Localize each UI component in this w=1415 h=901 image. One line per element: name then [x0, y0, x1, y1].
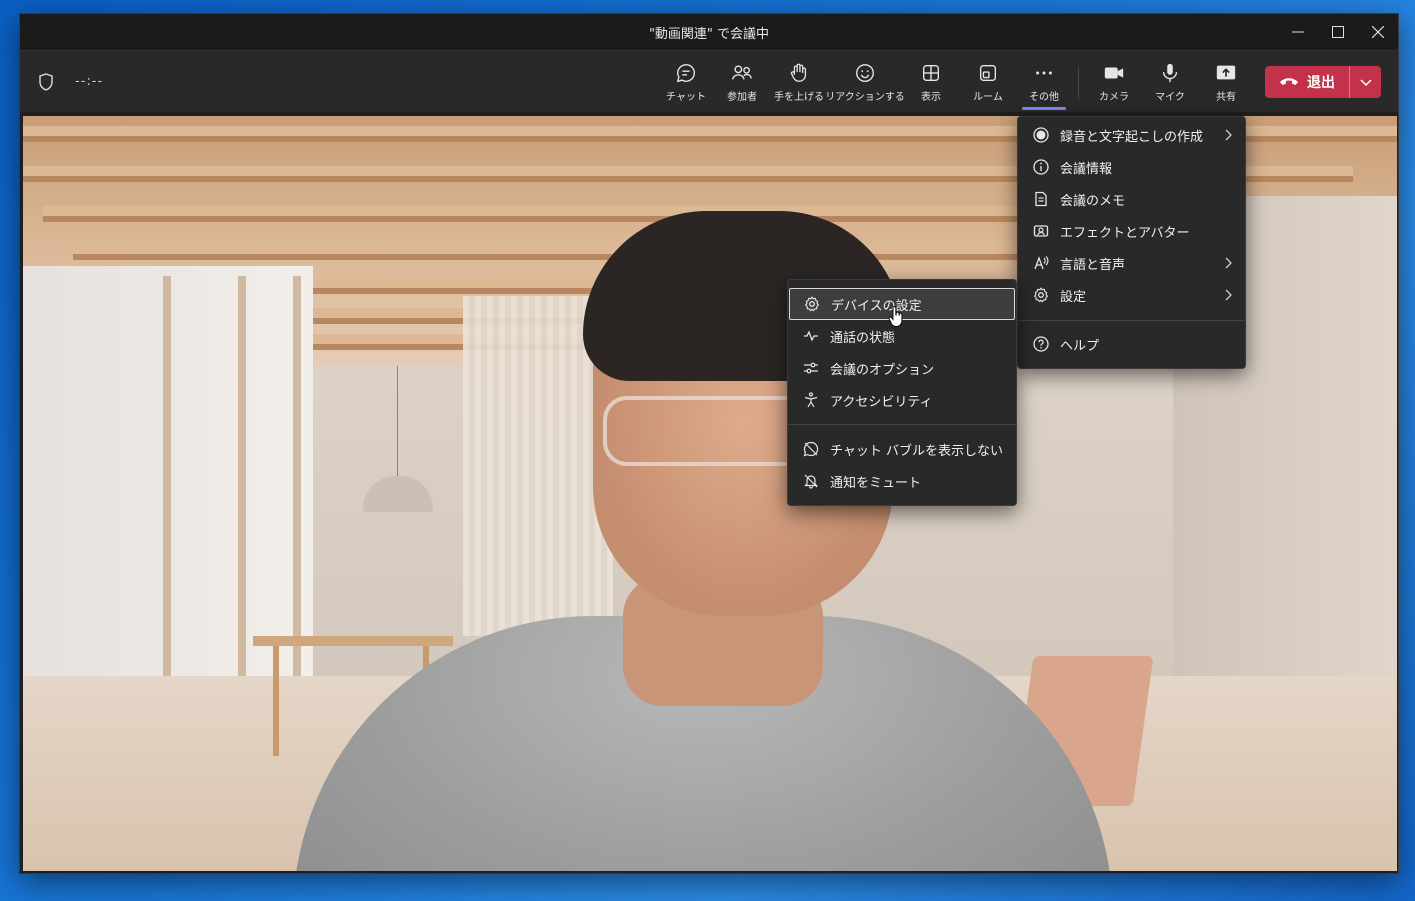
accessibility-icon [804, 392, 818, 408]
camera-icon [1104, 67, 1124, 78]
chat-icon [676, 63, 695, 82]
submenu-item-label: 通知をミュート [830, 475, 922, 491]
media-controls: カメラ マイク 共有 [1086, 51, 1254, 113]
share-icon [1216, 65, 1236, 79]
menu-item-label: ヘルプ [1060, 338, 1100, 354]
meeting-actions: チャット 参加者 手を上げる リアクションする 表示 ルーム その他 [658, 51, 1072, 113]
effects-icon [1033, 225, 1049, 237]
view-label: 表示 [921, 91, 941, 103]
reaction-icon [856, 63, 874, 82]
submenu-item-label: アクセシビリティ [830, 394, 933, 410]
maximize-icon [1332, 26, 1344, 38]
settings-icon [1033, 287, 1049, 303]
meeting-toolbar: --:-- チャット 参加者 手を上げる リアクションする 表示 ルーム その他… [20, 50, 1398, 112]
reaction-button[interactable]: リアクションする [825, 51, 905, 113]
room-button[interactable]: ルーム [960, 51, 1016, 113]
menu-item-meeting-notes[interactable]: 会議のメモ [1018, 183, 1245, 215]
menu-item-label: エフェクトとアバター [1060, 225, 1190, 241]
submenu-item-accessibility[interactable]: アクセシビリティ [788, 384, 1016, 416]
submenu-item-meeting-options[interactable]: 会議のオプション [788, 352, 1016, 384]
raise-hand-label: 手を上げる [774, 91, 824, 103]
chat-bubble-off-icon [803, 441, 819, 457]
options-icon [804, 362, 818, 374]
record-icon [1033, 127, 1049, 143]
reaction-label: リアクションする [825, 91, 905, 103]
submenu-item-label: デバイスの設定 [831, 298, 922, 314]
menu-item-recording[interactable]: 録音と文字起こしの作成 [1018, 119, 1245, 151]
minimize-icon [1292, 31, 1304, 33]
view-button[interactable]: 表示 [902, 51, 960, 113]
leave-label: 退出 [1307, 75, 1335, 91]
leave-main-button[interactable]: 退出 [1265, 66, 1349, 98]
mic-label: マイク [1155, 91, 1185, 103]
shield-icon[interactable] [38, 73, 54, 91]
submenu-item-label: 会議のオプション [830, 362, 935, 378]
view-grid-icon [922, 64, 940, 81]
chevron-right-icon [1225, 257, 1232, 269]
chevron-right-icon [1225, 129, 1232, 141]
participants-label: 参加者 [727, 91, 757, 103]
minimize-button[interactable] [1278, 14, 1318, 50]
menu-item-label: 設定 [1060, 289, 1087, 305]
menu-item-effects[interactable]: エフェクトとアバター [1018, 215, 1245, 247]
mic-icon [1162, 63, 1178, 82]
table-leg [273, 646, 279, 756]
more-button[interactable]: その他 [1016, 51, 1072, 113]
mic-button[interactable]: マイク [1142, 51, 1198, 113]
room-label: ルーム [973, 91, 1003, 103]
close-button[interactable] [1358, 14, 1398, 50]
share-label: 共有 [1216, 91, 1236, 103]
menu-item-label: 会議のメモ [1060, 193, 1126, 209]
more-label: その他 [1029, 91, 1059, 103]
submenu-item-label: チャット バブルを表示しない [830, 443, 1004, 459]
hang-up-icon [1280, 78, 1298, 85]
participants-button[interactable]: 参加者 [714, 51, 770, 113]
camera-button[interactable]: カメラ [1086, 51, 1142, 113]
gear-icon [804, 296, 820, 312]
menu-item-label: 録音と文字起こしの作成 [1060, 129, 1204, 145]
raise-hand-button[interactable]: 手を上げる [770, 51, 828, 113]
menu-item-settings[interactable]: 設定 [1018, 279, 1245, 311]
chat-button[interactable]: チャット [658, 51, 714, 113]
help-icon [1033, 336, 1049, 352]
menu-divider [788, 424, 1016, 425]
hand-cursor-icon [888, 306, 903, 327]
room-icon [979, 64, 997, 81]
bell-off-icon [804, 474, 818, 489]
toolbar-divider [1078, 67, 1079, 99]
leave-options-button[interactable] [1350, 66, 1381, 98]
menu-item-label: 会議情報 [1060, 161, 1113, 177]
chevron-down-icon [1359, 79, 1372, 87]
camera-label: カメラ [1099, 91, 1129, 103]
menu-divider [1018, 320, 1245, 321]
share-button[interactable]: 共有 [1198, 51, 1254, 113]
submenu-item-mute-notifications[interactable]: 通知をミュート [788, 465, 1016, 497]
maximize-button[interactable] [1318, 14, 1358, 50]
menu-item-help[interactable]: ヘルプ [1018, 328, 1245, 360]
submenu-item-label: 通話の状態 [830, 330, 896, 346]
menu-item-language[interactable]: 言語と音声 [1018, 247, 1245, 279]
window-title: "動画関連" で会議中 [648, 26, 770, 42]
chat-label: チャット [666, 91, 706, 103]
more-options-menu: 録音と文字起こしの作成 会議情報 会議のメモ エフェクトとアバター 言語と音声 … [1017, 116, 1246, 369]
more-icon [1036, 71, 1052, 74]
title-bar: "動画関連" で会議中 [20, 14, 1398, 50]
meeting-timer: --:-- [75, 74, 104, 89]
leave-button[interactable]: 退出 [1265, 66, 1381, 98]
language-icon [1034, 256, 1049, 270]
pulse-icon [804, 330, 818, 342]
submenu-item-hide-chat-bubbles[interactable]: チャット バブルを表示しない [788, 433, 1016, 465]
close-icon [1372, 26, 1384, 38]
menu-item-label: 言語と音声 [1060, 257, 1126, 273]
menu-item-meeting-info[interactable]: 会議情報 [1018, 151, 1245, 183]
raise-hand-icon [790, 63, 807, 82]
window-controls [1278, 14, 1398, 50]
notes-icon [1035, 191, 1047, 207]
chevron-right-icon [1225, 289, 1232, 301]
info-icon [1033, 159, 1049, 175]
people-icon [732, 64, 752, 79]
